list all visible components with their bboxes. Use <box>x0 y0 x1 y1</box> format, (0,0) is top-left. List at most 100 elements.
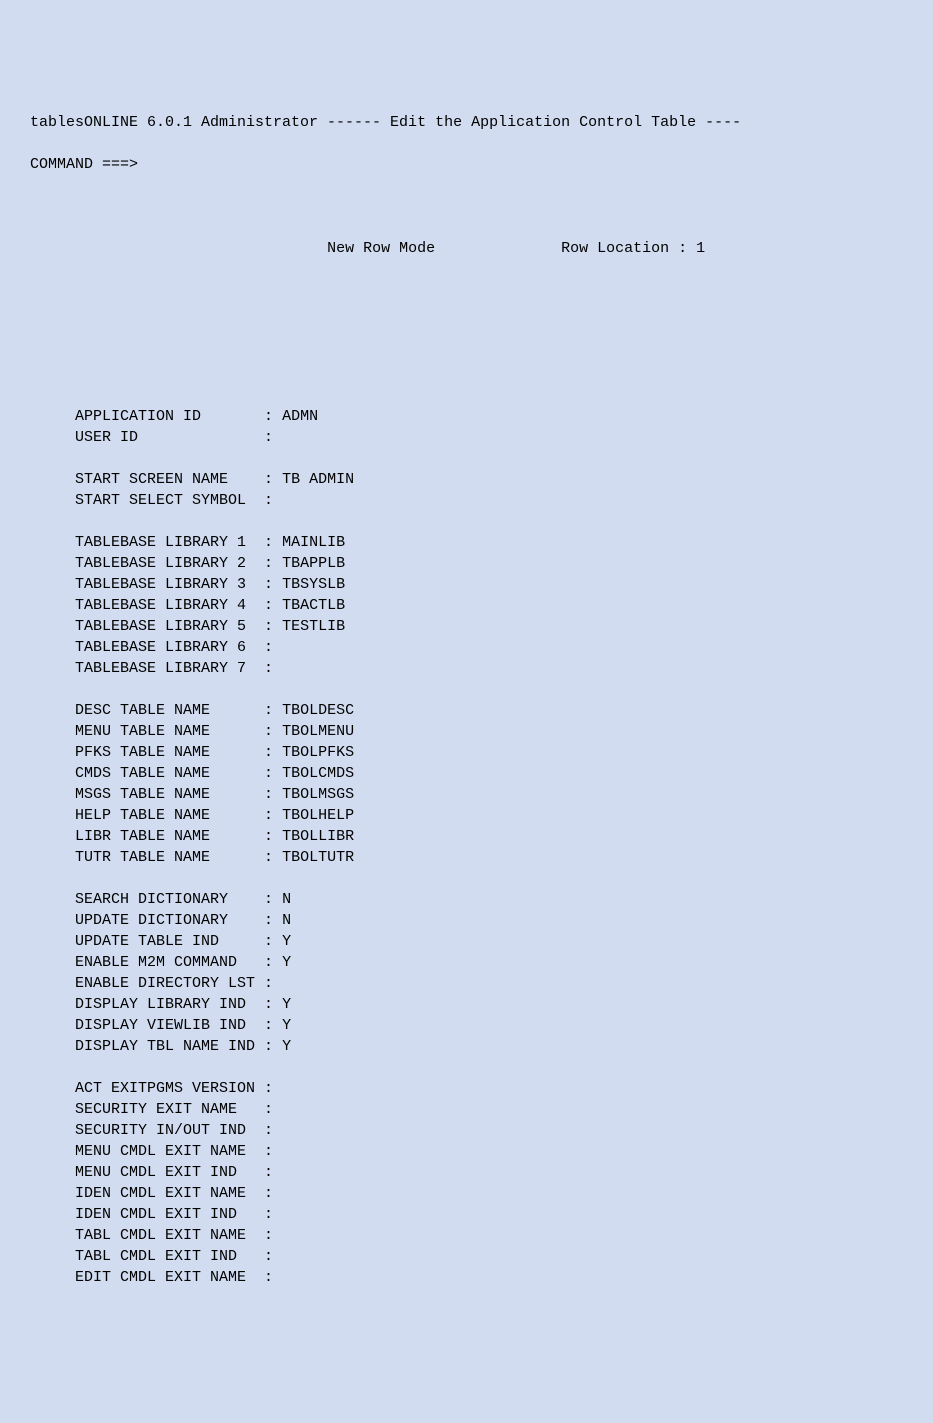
blank-row <box>30 1057 903 1078</box>
row-location-label: Row Location <box>561 240 669 257</box>
field-value-display-viewlib-ind[interactable]: Y <box>282 1017 291 1034</box>
field-value-menu-table-name[interactable]: TBOLMENU <box>282 723 354 740</box>
field-label-update-dictionary: UPDATE DICTIONARY <box>75 912 255 929</box>
field-label-start-select-symbol: START SELECT SYMBOL <box>75 492 255 509</box>
field-label-application-id: APPLICATION ID <box>75 408 255 425</box>
field-row-tablebase-library-6: TABLEBASE LIBRARY 6 : <box>30 637 903 658</box>
field-label-user-id: USER ID <box>75 429 255 446</box>
field-row-tablebase-library-3: TABLEBASE LIBRARY 3 : TBSYSLB <box>30 574 903 595</box>
command-prefix: COMMAND ===> <box>30 156 138 173</box>
field-label-display-viewlib-ind: DISPLAY VIEWLIB IND <box>75 1017 255 1034</box>
field-value-update-table-ind[interactable]: Y <box>282 933 291 950</box>
blank-row <box>30 448 903 469</box>
field-row-libr-table-name: LIBR TABLE NAME : TBOLLIBR <box>30 826 903 847</box>
field-label-pfks-table-name: PFKS TABLE NAME <box>75 744 255 761</box>
field-row-menu-table-name: MENU TABLE NAME : TBOLMENU <box>30 721 903 742</box>
field-value-pfks-table-name[interactable]: TBOLPFKS <box>282 744 354 761</box>
field-label-iden-cmdl-exit-ind: IDEN CMDL EXIT IND <box>75 1206 255 1223</box>
field-label-enable-directory-lst: ENABLE DIRECTORY LST <box>75 975 255 992</box>
field-value-search-dictionary[interactable]: N <box>282 891 291 908</box>
field-row-search-dictionary: SEARCH DICTIONARY : N <box>30 889 903 910</box>
field-label-act-exitpgms-version: ACT EXITPGMS VERSION <box>75 1080 255 1097</box>
field-label-tablebase-library-5: TABLEBASE LIBRARY 5 <box>75 618 255 635</box>
field-label-menu-cmdl-exit-ind: MENU CMDL EXIT IND <box>75 1164 255 1181</box>
field-value-tablebase-library-3[interactable]: TBSYSLB <box>282 576 345 593</box>
command-input[interactable] <box>147 156 267 173</box>
field-row-tablebase-library-4: TABLEBASE LIBRARY 4 : TBACTLB <box>30 595 903 616</box>
blank-row <box>30 364 903 385</box>
field-value-application-id[interactable]: ADMN <box>282 408 318 425</box>
field-label-help-table-name: HELP TABLE NAME <box>75 807 255 824</box>
field-row-start-screen-name: START SCREEN NAME : TB ADMIN <box>30 469 903 490</box>
field-row-tutr-table-name: TUTR TABLE NAME : TBOLTUTR <box>30 847 903 868</box>
blank-row <box>30 280 903 301</box>
field-label-tablebase-library-1: TABLEBASE LIBRARY 1 <box>75 534 255 551</box>
field-value-desc-table-name[interactable]: TBOLDESC <box>282 702 354 719</box>
mode-row: New Row Mode Row Location : 1 <box>30 238 903 259</box>
field-row-update-table-ind: UPDATE TABLE IND : Y <box>30 931 903 952</box>
field-row-msgs-table-name: MSGS TABLE NAME : TBOLMSGS <box>30 784 903 805</box>
field-row-display-tbl-name-ind: DISPLAY TBL NAME IND : Y <box>30 1036 903 1057</box>
field-label-start-screen-name: START SCREEN NAME <box>75 471 255 488</box>
field-label-security-in-out-ind: SECURITY IN/OUT IND <box>75 1122 255 1139</box>
field-value-msgs-table-name[interactable]: TBOLMSGS <box>282 786 354 803</box>
field-value-start-screen-name[interactable]: TB ADMIN <box>282 471 354 488</box>
field-value-help-table-name[interactable]: TBOLHELP <box>282 807 354 824</box>
field-row-update-dictionary: UPDATE DICTIONARY : N <box>30 910 903 931</box>
field-row-iden-cmdl-exit-name: IDEN CMDL EXIT NAME : <box>30 1183 903 1204</box>
row-location-value[interactable]: 1 <box>696 240 705 257</box>
field-row-application-id: APPLICATION ID : ADMN <box>30 406 903 427</box>
field-row-tabl-cmdl-exit-name: TABL CMDL EXIT NAME : <box>30 1225 903 1246</box>
field-label-menu-table-name: MENU TABLE NAME <box>75 723 255 740</box>
field-label-tablebase-library-7: TABLEBASE LIBRARY 7 <box>75 660 255 677</box>
field-label-tablebase-library-3: TABLEBASE LIBRARY 3 <box>75 576 255 593</box>
field-label-tutr-table-name: TUTR TABLE NAME <box>75 849 255 866</box>
field-value-cmds-table-name[interactable]: TBOLCMDS <box>282 765 354 782</box>
field-row-display-viewlib-ind: DISPLAY VIEWLIB IND : Y <box>30 1015 903 1036</box>
blank-row <box>30 868 903 889</box>
field-row-tablebase-library-7: TABLEBASE LIBRARY 7 : <box>30 658 903 679</box>
field-value-tablebase-library-4[interactable]: TBACTLB <box>282 597 345 614</box>
field-label-edit-cmdl-exit-name: EDIT CMDL EXIT NAME <box>75 1269 255 1286</box>
field-value-tablebase-library-2[interactable]: TBAPPLB <box>282 555 345 572</box>
field-label-menu-cmdl-exit-name: MENU CMDL EXIT NAME <box>75 1143 255 1160</box>
field-label-tablebase-library-4: TABLEBASE LIBRARY 4 <box>75 597 255 614</box>
field-label-display-library-ind: DISPLAY LIBRARY IND <box>75 996 255 1013</box>
field-value-enable-m2m-command[interactable]: Y <box>282 954 291 971</box>
field-row-enable-directory-lst: ENABLE DIRECTORY LST : <box>30 973 903 994</box>
field-row-security-exit-name: SECURITY EXIT NAME : <box>30 1099 903 1120</box>
field-row-edit-cmdl-exit-name: EDIT CMDL EXIT NAME : <box>30 1267 903 1288</box>
field-value-display-library-ind[interactable]: Y <box>282 996 291 1013</box>
field-row-tablebase-library-1: TABLEBASE LIBRARY 1 : MAINLIB <box>30 532 903 553</box>
field-row-desc-table-name: DESC TABLE NAME : TBOLDESC <box>30 700 903 721</box>
blank-row <box>30 511 903 532</box>
field-row-tablebase-library-2: TABLEBASE LIBRARY 2 : TBAPPLB <box>30 553 903 574</box>
field-value-tablebase-library-5[interactable]: TESTLIB <box>282 618 345 635</box>
field-row-user-id: USER ID : <box>30 427 903 448</box>
field-label-tabl-cmdl-exit-name: TABL CMDL EXIT NAME <box>75 1227 255 1244</box>
field-row-cmds-table-name: CMDS TABLE NAME : TBOLCMDS <box>30 763 903 784</box>
blank-row <box>30 196 903 217</box>
field-label-search-dictionary: SEARCH DICTIONARY <box>75 891 255 908</box>
field-row-help-table-name: HELP TABLE NAME : TBOLHELP <box>30 805 903 826</box>
field-label-tablebase-library-6: TABLEBASE LIBRARY 6 <box>75 639 255 656</box>
field-row-tablebase-library-5: TABLEBASE LIBRARY 5 : TESTLIB <box>30 616 903 637</box>
field-label-msgs-table-name: MSGS TABLE NAME <box>75 786 255 803</box>
field-row-display-library-ind: DISPLAY LIBRARY IND : Y <box>30 994 903 1015</box>
header-title: tablesONLINE 6.0.1 Administrator ------ … <box>30 112 903 133</box>
field-value-libr-table-name[interactable]: TBOLLIBR <box>282 828 354 845</box>
command-line: COMMAND ===> <box>30 154 903 175</box>
field-row-menu-cmdl-exit-ind: MENU CMDL EXIT IND : <box>30 1162 903 1183</box>
field-row-tabl-cmdl-exit-ind: TABL CMDL EXIT IND : <box>30 1246 903 1267</box>
field-value-tablebase-library-1[interactable]: MAINLIB <box>282 534 345 551</box>
field-label-display-tbl-name-ind: DISPLAY TBL NAME IND <box>75 1038 255 1055</box>
field-row-enable-m2m-command: ENABLE M2M COMMAND : Y <box>30 952 903 973</box>
field-label-enable-m2m-command: ENABLE M2M COMMAND <box>75 954 255 971</box>
field-label-security-exit-name: SECURITY EXIT NAME <box>75 1101 255 1118</box>
field-label-libr-table-name: LIBR TABLE NAME <box>75 828 255 845</box>
field-value-display-tbl-name-ind[interactable]: Y <box>282 1038 291 1055</box>
field-row-security-in-out-ind: SECURITY IN/OUT IND : <box>30 1120 903 1141</box>
field-value-update-dictionary[interactable]: N <box>282 912 291 929</box>
field-label-update-table-ind: UPDATE TABLE IND <box>75 933 255 950</box>
field-value-tutr-table-name[interactable]: TBOLTUTR <box>282 849 354 866</box>
